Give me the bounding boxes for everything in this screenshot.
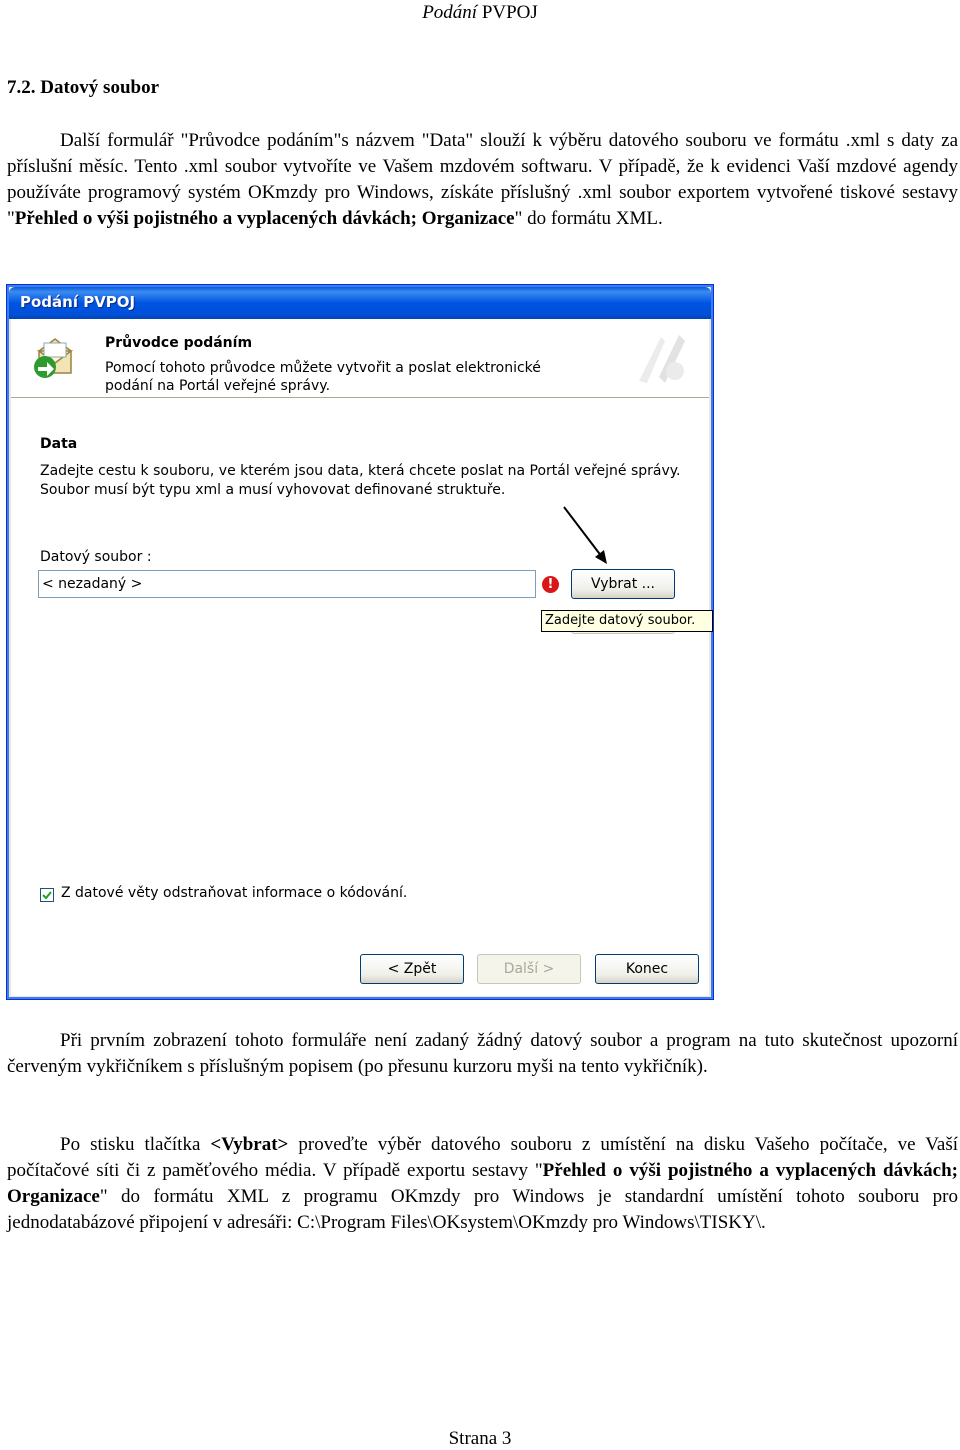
error-icon[interactable]: !: [542, 576, 559, 593]
browse-text-1: Po stisku tlačítka: [60, 1134, 211, 1155]
page-number: Strana 3: [448, 1428, 512, 1449]
page-title: Data: [40, 436, 78, 452]
pointer-arrow: [563, 506, 607, 564]
dialog-title: Podání PVPOJ: [20, 293, 136, 311]
file-label: Datový soubor :: [40, 549, 152, 565]
page-header: Podání PVPOJ: [0, 2, 960, 24]
intro-paragraph: Další formulář "Průvodce podáním"s názve…: [7, 128, 958, 232]
paragraph-browse: Po stisku tlačítka <Vybrat> proveďte výb…: [7, 1132, 958, 1236]
checkmark-icon: [42, 891, 52, 900]
paragraph-first-display: Při prvním zobrazení tohoto formuláře ne…: [7, 1028, 958, 1080]
wizard-title: Průvodce podáním: [105, 335, 253, 351]
browse-bold-button: <Vybrat>: [210, 1134, 289, 1155]
file-path-input[interactable]: < nezadaný >: [38, 570, 536, 598]
paragraph-first-display-text: Při prvním zobrazení tohoto formuláře ne…: [7, 1030, 958, 1077]
intro-bold-report: Přehled o výši pojistného a vyplacených …: [14, 208, 515, 229]
encoding-checkbox-label[interactable]: Z datové věty odstraňovat informace o kó…: [61, 885, 407, 901]
dialog-titlebar[interactable]: Podání PVPOJ: [9, 287, 711, 319]
browse-text-3: " do formátu XML z programu OKmzdy pro W…: [7, 1186, 958, 1233]
watermark-icon: [639, 335, 685, 383]
envelope-arrow-icon: [34, 338, 74, 378]
next-button: Další >: [477, 954, 581, 984]
intro-text-2: " do formátu XML.: [514, 208, 663, 229]
browse-button[interactable]: Vybrat ...: [571, 569, 675, 599]
header-title-italic: Podání: [422, 2, 478, 23]
dialog-window: Podání PVPOJ Průvodce podáním Pomocí toh…: [6, 284, 714, 1000]
page-description: Zadejte cestu k souboru, ve kterém jsou …: [40, 463, 681, 498]
encoding-checkbox[interactable]: [40, 888, 54, 902]
section-heading: 7.2. Datový soubor: [7, 77, 160, 98]
back-button[interactable]: < Zpět: [360, 954, 464, 984]
header-title-rest: PVPOJ: [477, 2, 538, 23]
wizard-header: Průvodce podáním Pomocí tohoto průvodce …: [11, 319, 709, 398]
error-tooltip: Zadejte datový soubor.: [541, 610, 713, 632]
wizard-body: Data Zadejte cestu k souboru, ve kterém …: [11, 398, 713, 996]
wizard-description: Pomocí tohoto průvodce můžete vytvořit a…: [105, 360, 541, 394]
cancel-button[interactable]: Konec: [595, 954, 699, 984]
